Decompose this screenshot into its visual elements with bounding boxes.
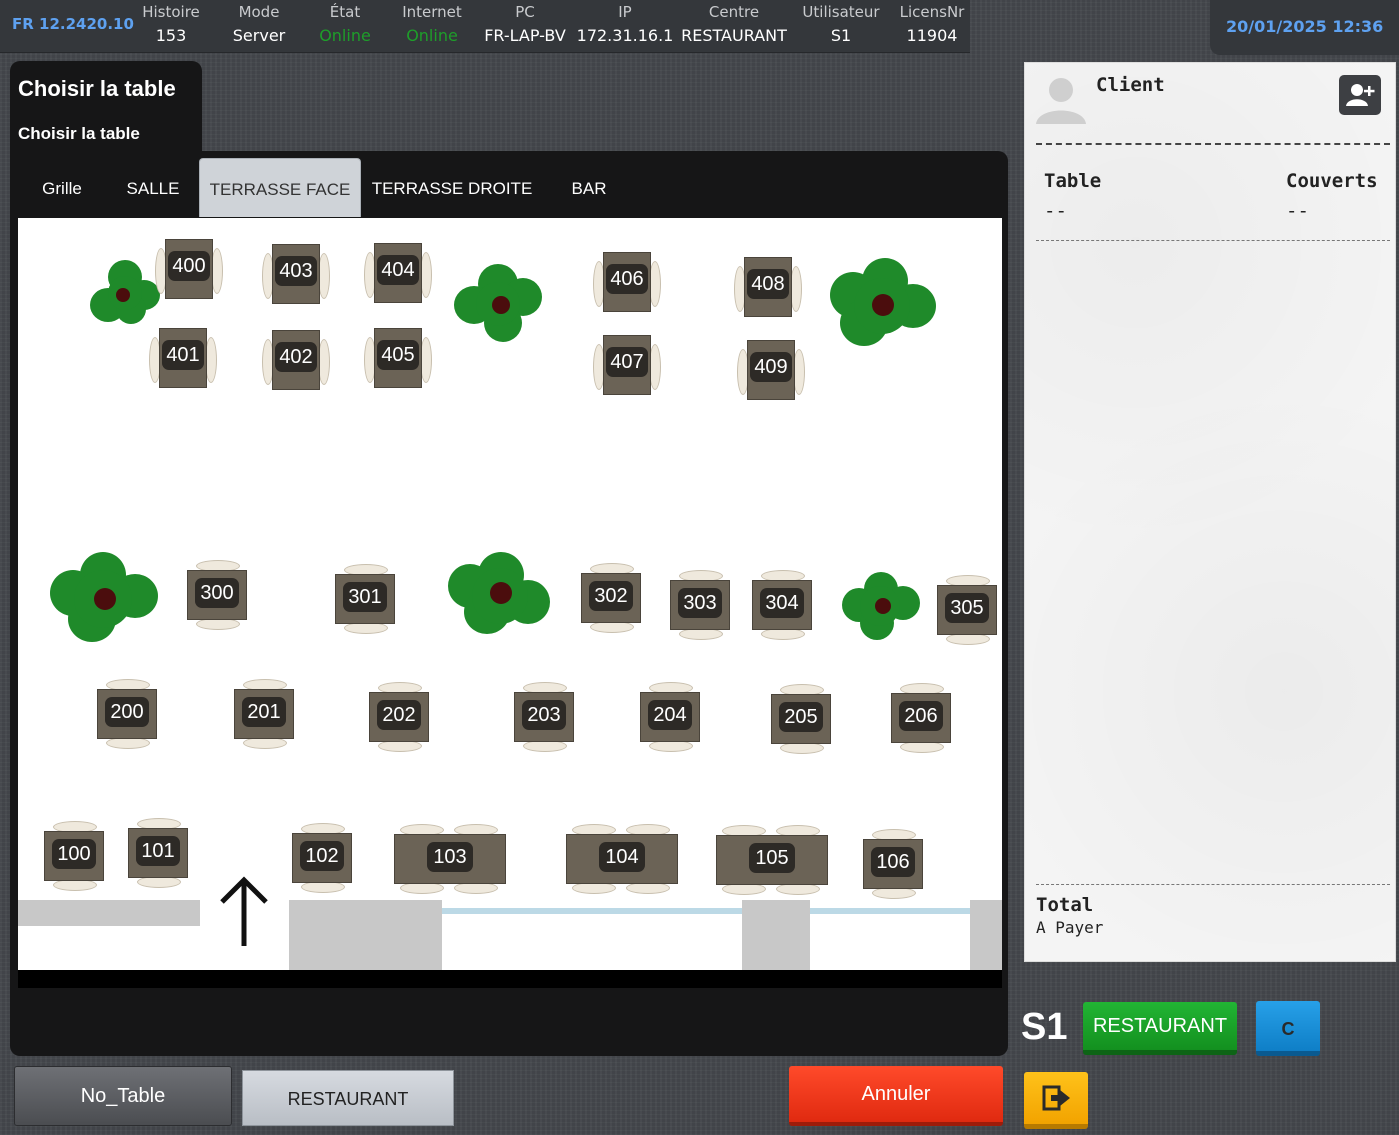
- info-etat: État Online: [319, 3, 371, 45]
- info-internet: Internet Online: [402, 3, 462, 45]
- window-glass: [442, 908, 742, 914]
- table-301[interactable]: 301: [335, 564, 395, 634]
- floor-plan: 400 403 404 406 408 401 402 405 407 409 …: [18, 218, 1002, 970]
- info-centre: Centre RESTAURANT: [681, 3, 787, 45]
- info-utilisateur: Utilisateur S1: [802, 3, 880, 45]
- table-406[interactable]: 406: [593, 252, 661, 314]
- receipt-divider: [1036, 143, 1390, 145]
- table-104[interactable]: 104: [566, 824, 678, 894]
- page-title: Choisir la table: [18, 76, 176, 101]
- exit-button[interactable]: [1024, 1072, 1088, 1129]
- table-200[interactable]: 200: [97, 679, 157, 749]
- table-label: Table: [1044, 170, 1102, 192]
- covers-label: Couverts: [1286, 170, 1378, 192]
- to-pay-label: A Payer: [1036, 918, 1104, 937]
- table-404[interactable]: 404: [364, 243, 432, 305]
- wall-segment: [742, 900, 810, 970]
- receipt-divider: [1036, 884, 1390, 885]
- table-101[interactable]: 101: [128, 818, 188, 888]
- table-value: --: [1044, 200, 1067, 222]
- wall-segment: [18, 900, 200, 926]
- table-106[interactable]: 106: [863, 829, 923, 899]
- table-201[interactable]: 201: [234, 679, 294, 749]
- user-silhouette-icon: [1036, 78, 1086, 124]
- tab-terrasse-droite[interactable]: TERRASSE DROITE: [368, 158, 536, 216]
- table-401[interactable]: 401: [149, 328, 217, 390]
- table-203[interactable]: 203: [514, 682, 574, 752]
- table-407[interactable]: 407: [593, 335, 661, 397]
- table-100[interactable]: 100: [44, 821, 104, 891]
- info-licensnr: LicensNr 11904: [899, 3, 965, 45]
- tab-bar[interactable]: BAR: [548, 158, 630, 216]
- plant-icon: [842, 572, 922, 642]
- window-glass: [810, 908, 970, 914]
- plant-icon: [90, 260, 162, 326]
- table-305[interactable]: 305: [937, 575, 997, 645]
- table-403[interactable]: 403: [262, 244, 330, 306]
- table-205[interactable]: 205: [771, 684, 831, 754]
- info-mode: Mode Server: [232, 3, 286, 45]
- page-subtitle: Choisir la table: [18, 124, 140, 143]
- wall-segment: [970, 900, 1002, 970]
- table-103[interactable]: 103: [394, 824, 506, 894]
- table-408[interactable]: 408: [734, 257, 802, 319]
- exit-icon: [1042, 1085, 1070, 1111]
- table-206[interactable]: 206: [891, 683, 951, 753]
- table-202[interactable]: 202: [369, 682, 429, 752]
- receipt-divider: [1036, 240, 1390, 241]
- add-client-button[interactable]: [1339, 75, 1381, 115]
- info-pc: PC FR-LAP-BV: [484, 3, 566, 45]
- table-402[interactable]: 402: [262, 330, 330, 392]
- restaurant-center-button[interactable]: RESTAURANT: [242, 1070, 454, 1126]
- tab-salle[interactable]: SALLE: [112, 158, 194, 216]
- table-105[interactable]: 105: [716, 825, 828, 895]
- order-receipt: [1024, 62, 1396, 962]
- plant-icon: [830, 258, 938, 348]
- tab-grille[interactable]: Grille: [18, 158, 106, 216]
- table-204[interactable]: 204: [640, 682, 700, 752]
- table-409[interactable]: 409: [737, 340, 805, 402]
- table-304[interactable]: 304: [752, 570, 812, 640]
- client-label: Client: [1096, 74, 1165, 96]
- info-ip: IP 172.31.16.1: [576, 3, 674, 45]
- plant-icon: [454, 264, 544, 344]
- arrow-up-icon: [220, 876, 268, 946]
- table-302[interactable]: 302: [581, 563, 641, 633]
- cancel-button[interactable]: Annuler: [789, 1066, 1003, 1126]
- plant-icon: [448, 552, 552, 636]
- restaurant-button[interactable]: RESTAURANT: [1083, 1002, 1237, 1055]
- floor-plan-footer: [18, 970, 1002, 988]
- table-405[interactable]: 405: [364, 328, 432, 390]
- table-300[interactable]: 300: [187, 560, 247, 630]
- info-histoire: Histoire 153: [142, 3, 200, 45]
- total-label: Total: [1036, 894, 1094, 916]
- table-303[interactable]: 303: [670, 570, 730, 640]
- wall-segment: [289, 900, 442, 970]
- app-version: FR 12.2420.10: [12, 15, 134, 33]
- covers-value: --: [1286, 200, 1309, 222]
- current-user: S1: [1021, 1006, 1068, 1048]
- tab-terrasse-face[interactable]: TERRASSE FACE: [199, 158, 361, 217]
- table-400[interactable]: 400: [155, 239, 223, 301]
- datetime: 20/01/2025 12:36: [1226, 17, 1384, 36]
- no-table-button[interactable]: No_Table: [14, 1066, 232, 1126]
- datetime-box: 20/01/2025 12:36: [1210, 0, 1399, 55]
- plant-icon: [50, 552, 158, 642]
- add-user-icon: [1346, 84, 1375, 106]
- table-102[interactable]: 102: [292, 823, 352, 893]
- top-status-bar: FR 12.2420.10 Histoire 153 Mode Server É…: [0, 0, 970, 53]
- c-button[interactable]: C: [1256, 1001, 1320, 1056]
